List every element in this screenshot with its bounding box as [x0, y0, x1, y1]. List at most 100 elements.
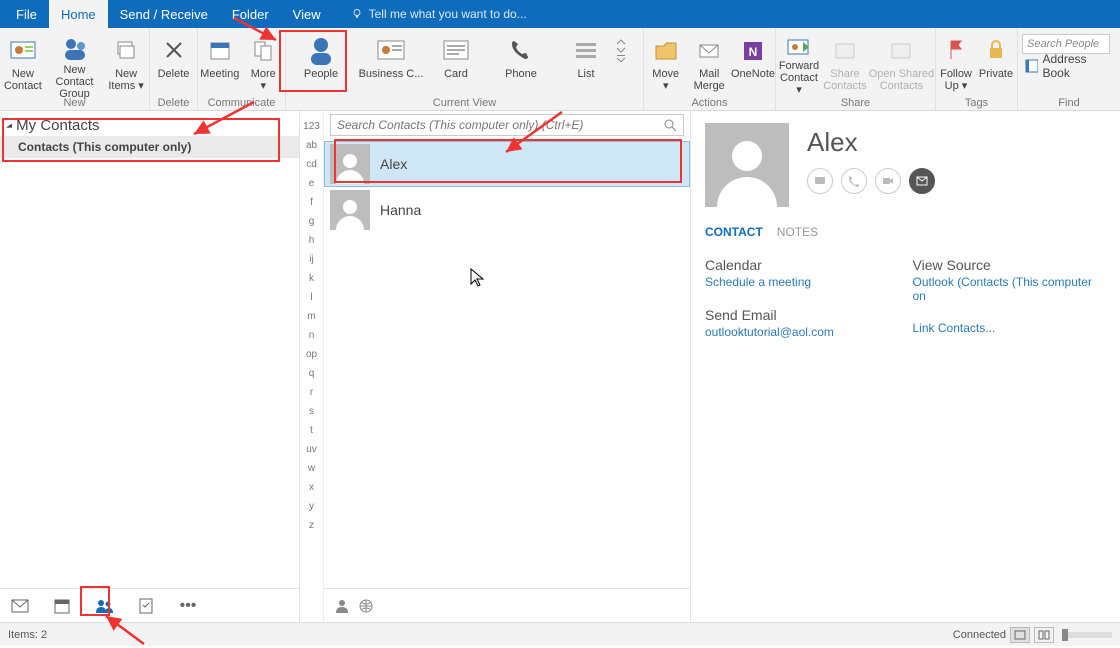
ribbon-group-delete: Delete Delete [150, 28, 198, 111]
schedule-meeting-link[interactable]: Schedule a meeting [705, 275, 901, 289]
send-email-heading: Send Email [705, 307, 901, 323]
tab-send-receive[interactable]: Send / Receive [108, 0, 220, 28]
ribbon-group-label: Share [776, 95, 935, 111]
contact-row[interactable]: Alex [324, 141, 690, 187]
alpha-y[interactable]: y [300, 497, 323, 516]
alpha-op[interactable]: op [300, 345, 323, 364]
alpha-ab[interactable]: ab [300, 136, 323, 155]
meeting-button[interactable]: Meeting [198, 32, 242, 95]
alpha-q[interactable]: q [300, 364, 323, 383]
tab-file[interactable]: File [4, 0, 49, 28]
people-view-button[interactable]: People [286, 32, 356, 95]
ribbon-group-label: Current View [286, 95, 643, 111]
video-icon [881, 174, 895, 188]
phone-view-button[interactable]: Phone [486, 32, 556, 95]
delete-button[interactable]: Delete [150, 32, 197, 95]
chat-action-button[interactable] [807, 168, 833, 194]
alpha-r[interactable]: r [300, 383, 323, 402]
phone-icon [505, 34, 537, 66]
business-card-icon [375, 34, 407, 66]
follow-up-button[interactable]: Follow Up ▾ [936, 32, 976, 95]
folder-move-icon [650, 34, 682, 66]
alpha-l[interactable]: l [300, 288, 323, 307]
contact-row[interactable]: Hanna [324, 187, 690, 233]
alpha-h[interactable]: h [300, 231, 323, 250]
alpha-s[interactable]: s [300, 402, 323, 421]
list-icon [570, 34, 602, 66]
alpha-g[interactable]: g [300, 212, 323, 231]
list-view-button[interactable]: List [556, 32, 616, 95]
share-contacts-button[interactable]: Share Contacts [822, 32, 868, 95]
search-contacts-input[interactable] [337, 118, 663, 132]
reading-view-button[interactable] [1034, 627, 1054, 643]
tab-folder[interactable]: Folder [220, 0, 281, 28]
tab-contact[interactable]: CONTACT [705, 225, 763, 241]
tab-view[interactable]: View [281, 0, 333, 28]
onenote-button[interactable]: NOneNote [731, 32, 775, 95]
view-source-link[interactable]: Outlook (Contacts (This computer on [913, 275, 1109, 303]
tab-home[interactable]: Home [49, 0, 108, 28]
more-button[interactable]: More ▾ [242, 32, 286, 95]
alpha-e[interactable]: e [300, 174, 323, 193]
ribbon-group-label: Communicate [198, 95, 285, 111]
nav-more-button[interactable]: ••• [178, 596, 198, 616]
nav-tasks-button[interactable] [136, 596, 156, 616]
address-book-icon [1024, 58, 1038, 74]
people-icon [59, 34, 91, 62]
mail-merge-button[interactable]: Mail Merge [687, 32, 730, 95]
search-people-box[interactable]: Search People [1022, 34, 1110, 54]
move-button[interactable]: Move ▾ [644, 32, 687, 95]
open-shared-contacts-button[interactable]: Open Shared Contacts [868, 32, 935, 95]
video-action-button[interactable] [875, 168, 901, 194]
ribbon-group-find: Search People Address Book Find [1018, 28, 1120, 111]
alpha-n[interactable]: n [300, 326, 323, 345]
svg-text:N: N [749, 45, 758, 59]
alphabet-index[interactable]: 123abcdefghijklmnopqrstuvwxyz [300, 111, 324, 622]
alpha-ij[interactable]: ij [300, 250, 323, 269]
ribbon-group-new: New Contact New Contact Group New Items … [0, 28, 150, 111]
link-contacts-link[interactable]: Link Contacts... [913, 321, 1109, 335]
view-gallery-scroll[interactable] [616, 32, 634, 72]
person-icon[interactable] [334, 598, 350, 614]
alpha-m[interactable]: m [300, 307, 323, 326]
alpha-k[interactable]: k [300, 269, 323, 288]
tab-notes[interactable]: NOTES [777, 225, 818, 241]
forward-contact-button[interactable]: Forward Contact ▾ [776, 32, 822, 95]
nav-mail-button[interactable] [10, 596, 30, 616]
new-items-icon [110, 34, 142, 66]
email-action-button[interactable] [909, 168, 935, 194]
tell-me[interactable]: Tell me what you want to do... [333, 0, 527, 28]
alpha-w[interactable]: w [300, 459, 323, 478]
alpha-t[interactable]: t [300, 421, 323, 440]
normal-view-button[interactable] [1010, 627, 1030, 643]
nav-calendar-button[interactable] [52, 596, 72, 616]
alpha-123[interactable]: 123 [300, 117, 323, 136]
onenote-icon: N [737, 34, 769, 66]
new-contact-button[interactable]: New Contact [0, 32, 46, 95]
search-contacts-box[interactable] [330, 114, 684, 136]
contact-name: Alex [380, 156, 407, 172]
call-action-button[interactable] [841, 168, 867, 194]
business-card-view-button[interactable]: Business C... [356, 32, 426, 95]
alpha-z[interactable]: z [300, 516, 323, 535]
alpha-uv[interactable]: uv [300, 440, 323, 459]
card-view-button[interactable]: Card [426, 32, 486, 95]
globe-icon[interactable] [358, 598, 374, 614]
avatar [330, 190, 370, 230]
new-items-button[interactable]: New Items ▾ [103, 32, 149, 95]
ellipsis-icon: ••• [180, 601, 197, 611]
address-book-button[interactable]: Address Book [1022, 56, 1110, 76]
nav-people-button[interactable] [94, 596, 114, 616]
alpha-x[interactable]: x [300, 478, 323, 497]
ribbon-group-label: Delete [150, 95, 197, 111]
nav-folder-contacts[interactable]: Contacts (This computer only) [0, 136, 299, 158]
reading-tabs: CONTACT NOTES [705, 225, 1120, 241]
private-button[interactable]: Private [976, 32, 1016, 95]
send-email-link[interactable]: outlooktutorial@aol.com [705, 325, 901, 339]
contact-avatar [705, 123, 789, 207]
nav-header-my-contacts[interactable]: My Contacts [0, 115, 299, 136]
new-contact-group-button[interactable]: New Contact Group [46, 32, 103, 95]
alpha-f[interactable]: f [300, 193, 323, 212]
alpha-cd[interactable]: cd [300, 155, 323, 174]
zoom-slider[interactable] [1062, 632, 1112, 638]
